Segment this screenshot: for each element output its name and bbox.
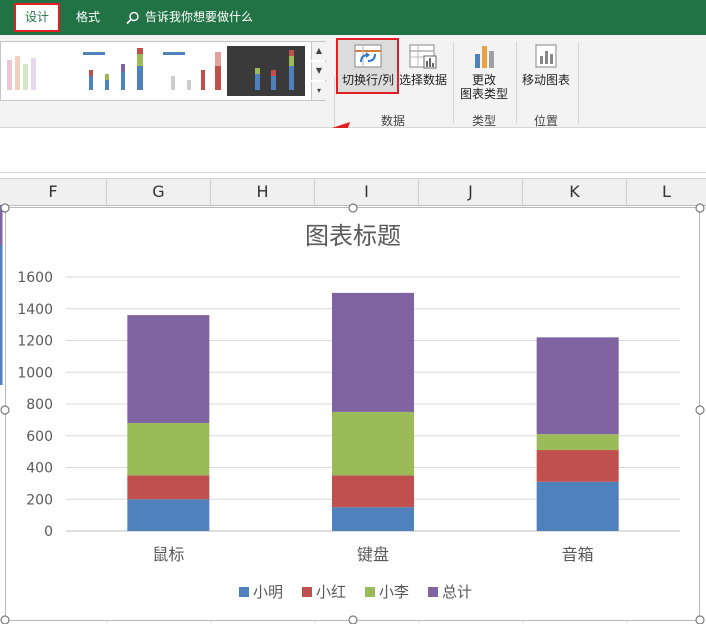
chart-style-thumb[interactable] <box>227 46 305 96</box>
tell-me-box[interactable]: 告诉我你想要做什么 <box>126 5 253 30</box>
chart-style-thumb[interactable] <box>1 46 79 96</box>
chart-style-thumb[interactable] <box>81 46 159 96</box>
ribbon-separator <box>578 42 579 124</box>
search-icon <box>126 11 139 24</box>
formula-bar <box>0 128 706 173</box>
switch-row-column-icon <box>354 44 382 68</box>
switch-row-column-button[interactable]: 切换行/列 <box>338 42 398 87</box>
tab-highlight-box <box>14 3 60 32</box>
change-chart-type-button[interactable]: 更改 图表类型 <box>456 42 512 101</box>
ribbon-separator <box>453 42 454 124</box>
chart-selection-handles <box>0 203 705 624</box>
change-chart-type-line2: 图表类型 <box>459 87 508 101</box>
move-chart-icon <box>535 44 557 68</box>
select-data-button[interactable]: 选择数据 <box>398 42 448 87</box>
gallery-scroll-up[interactable]: ▲ <box>311 42 326 60</box>
tab-format[interactable]: 格式 <box>66 5 110 30</box>
gallery-scroll-down[interactable]: ▼ <box>311 62 326 80</box>
group-label-data: 数据 <box>381 114 406 128</box>
move-chart-label: 移动图表 <box>521 73 570 87</box>
move-chart-button[interactable]: 移动图表 <box>518 42 574 87</box>
switch-row-column-label: 切换行/列 <box>341 73 395 87</box>
group-label-type: 类型 <box>472 114 497 128</box>
chart-style-gallery: ▲ ▼ ▾ <box>0 41 326 101</box>
gallery-more-button[interactable]: ▾ <box>311 82 326 100</box>
tell-me-text: 告诉我你想要做什么 <box>145 10 254 24</box>
select-data-icon <box>409 44 437 69</box>
change-chart-type-line1: 更改 <box>471 73 496 87</box>
group-label-location: 位置 <box>534 114 559 128</box>
select-data-label: 选择数据 <box>398 73 447 87</box>
change-chart-type-icon <box>475 46 494 68</box>
ribbon-tab-bar: 设计 格式 告诉我你想要做什么 <box>0 0 706 35</box>
ribbon-separator <box>516 42 517 124</box>
